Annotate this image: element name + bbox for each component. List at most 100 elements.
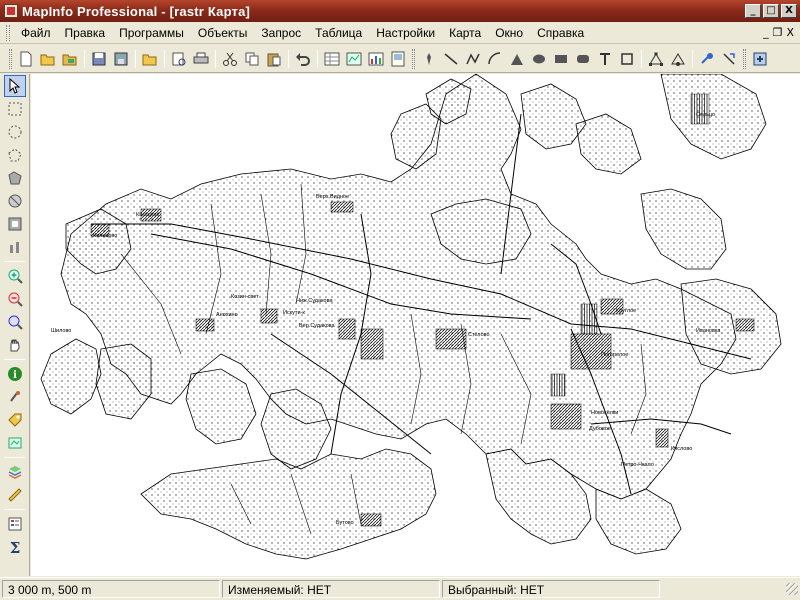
- label-tool-icon[interactable]: [4, 409, 26, 431]
- arc-tool-icon[interactable]: [485, 49, 505, 69]
- app-icon[interactable]: [4, 4, 18, 18]
- add-node-icon[interactable]: [668, 49, 688, 69]
- drag-window-icon[interactable]: [4, 432, 26, 454]
- menu-tools[interactable]: Программы: [112, 24, 191, 42]
- map-label: Вер.Судакова: [299, 323, 336, 329]
- window-title: MapInfo Professional - [rastr Карта]: [22, 3, 251, 19]
- polygon-select-icon[interactable]: [4, 144, 26, 166]
- legend-icon[interactable]: [4, 513, 26, 535]
- menu-table[interactable]: Таблица: [308, 24, 369, 42]
- polygon-tool-icon[interactable]: [507, 49, 527, 69]
- menu-help[interactable]: Справка: [530, 24, 591, 42]
- ruler-icon[interactable]: [4, 484, 26, 506]
- maximize-button[interactable]: □: [763, 4, 779, 18]
- save-icon[interactable]: [89, 49, 109, 69]
- grabber-hand-icon[interactable]: [4, 334, 26, 356]
- toolbar-grip[interactable]: [9, 48, 12, 69]
- layer-control-icon[interactable]: [4, 461, 26, 483]
- map-label: Погорелое: [601, 352, 628, 358]
- menu-map[interactable]: Карта: [442, 24, 488, 42]
- resize-grip-icon[interactable]: [786, 583, 798, 595]
- toolbar-separator: [317, 49, 318, 68]
- map-label: Козин-свет: [231, 294, 259, 300]
- toolbar-grip[interactable]: [743, 48, 746, 69]
- map-label: Бутово: [336, 520, 354, 526]
- copy-icon[interactable]: [242, 49, 262, 69]
- caption-buttons: _ □ X: [745, 4, 797, 18]
- drag-map-icon[interactable]: [719, 49, 739, 69]
- open-table-icon[interactable]: [140, 49, 160, 69]
- reshape-tool-icon[interactable]: [646, 49, 666, 69]
- hotlink-icon[interactable]: [4, 386, 26, 408]
- menu-window[interactable]: Окно: [488, 24, 530, 42]
- map-label: Казацкое: [136, 212, 160, 218]
- mdi-minimize-button[interactable]: _: [763, 26, 769, 39]
- polyline-tool-icon[interactable]: [463, 49, 483, 69]
- boundary-select-icon[interactable]: [4, 167, 26, 189]
- open-workspace-icon[interactable]: [60, 49, 80, 69]
- new-file-icon[interactable]: [16, 49, 36, 69]
- mdi-close-button[interactable]: X: [786, 26, 794, 39]
- status-scale[interactable]: 3 000 m, 500 m: [2, 580, 220, 598]
- open-folder-icon[interactable]: [38, 49, 58, 69]
- mdi-restore-button[interactable]: ❐: [773, 26, 783, 39]
- toolbar-separator: [135, 49, 136, 68]
- status-selected-layer[interactable]: Выбранный: НЕТ: [442, 580, 660, 598]
- tools-toolbar: i Σ: [0, 74, 30, 576]
- print-icon[interactable]: [191, 49, 211, 69]
- paste-icon[interactable]: [264, 49, 284, 69]
- select-tool-icon[interactable]: [4, 75, 26, 97]
- rectangle-tool-icon[interactable]: [551, 49, 571, 69]
- close-button[interactable]: X: [781, 4, 797, 18]
- print-preview-icon[interactable]: [169, 49, 189, 69]
- toolbar-grip[interactable]: [412, 48, 415, 69]
- tool-manager-icon[interactable]: [750, 49, 770, 69]
- zoom-in-icon[interactable]: [4, 265, 26, 287]
- symbol-tool-icon[interactable]: [419, 49, 439, 69]
- statistics-icon[interactable]: Σ: [4, 536, 26, 558]
- svg-text:i: i: [13, 370, 17, 381]
- status-editable-layer[interactable]: Изменяемый: НЕТ: [222, 580, 440, 598]
- cut-icon[interactable]: [220, 49, 240, 69]
- invert-selection-icon[interactable]: [4, 213, 26, 235]
- menu-file[interactable]: Файл: [14, 24, 58, 42]
- status-bar: 3 000 m, 500 m Изменяемый: НЕТ Выбранный…: [0, 577, 800, 600]
- toolbox-separator: [4, 359, 25, 360]
- new-mapper-icon[interactable]: [344, 49, 364, 69]
- toolbar-separator: [641, 49, 642, 68]
- menu-query[interactable]: Запрос: [254, 24, 308, 42]
- toolbar-separator: [84, 49, 85, 68]
- map-label: Верх.Видное: [316, 194, 349, 200]
- raster-map[interactable]: Казацкое Кольцово Верх.Видное Шилово Ано…: [31, 74, 800, 576]
- unselect-all-icon[interactable]: [4, 190, 26, 212]
- menubar-grip[interactable]: [6, 24, 10, 41]
- menu-options[interactable]: Настройки: [369, 24, 442, 42]
- line-tool-icon[interactable]: [441, 49, 461, 69]
- new-grapher-icon[interactable]: [366, 49, 386, 69]
- radius-select-icon[interactable]: [4, 121, 26, 143]
- hotlink-tool-icon[interactable]: [697, 49, 717, 69]
- menu-objects[interactable]: Объекты: [191, 24, 255, 42]
- minimize-button[interactable]: _: [745, 4, 761, 18]
- text-tool-icon[interactable]: [595, 49, 615, 69]
- title-bar[interactable]: MapInfo Professional - [rastr Карта] _ □…: [0, 0, 800, 22]
- map-window[interactable]: Казацкое Кольцово Верх.Видное Шилово Ано…: [31, 74, 800, 576]
- info-tool-icon[interactable]: i: [4, 363, 26, 385]
- marquee-select-icon[interactable]: [4, 98, 26, 120]
- frame-tool-icon[interactable]: [617, 49, 637, 69]
- menu-edit[interactable]: Правка: [58, 24, 113, 42]
- save-workspace-icon[interactable]: [111, 49, 131, 69]
- new-browser-icon[interactable]: [322, 49, 342, 69]
- change-view-icon[interactable]: [4, 311, 26, 333]
- map-label: Ивановка: [696, 328, 721, 334]
- new-layout-icon[interactable]: [388, 49, 408, 69]
- undo-icon[interactable]: [293, 49, 313, 69]
- map-label: Анохино: [216, 312, 238, 318]
- rounded-rect-tool-icon[interactable]: [573, 49, 593, 69]
- zoom-out-icon[interactable]: [4, 288, 26, 310]
- graph-select-icon[interactable]: [4, 236, 26, 258]
- toolbox-separator: [4, 261, 25, 262]
- toolbox-separator: [4, 509, 25, 510]
- toolbar-separator: [215, 49, 216, 68]
- ellipse-tool-icon[interactable]: [529, 49, 549, 69]
